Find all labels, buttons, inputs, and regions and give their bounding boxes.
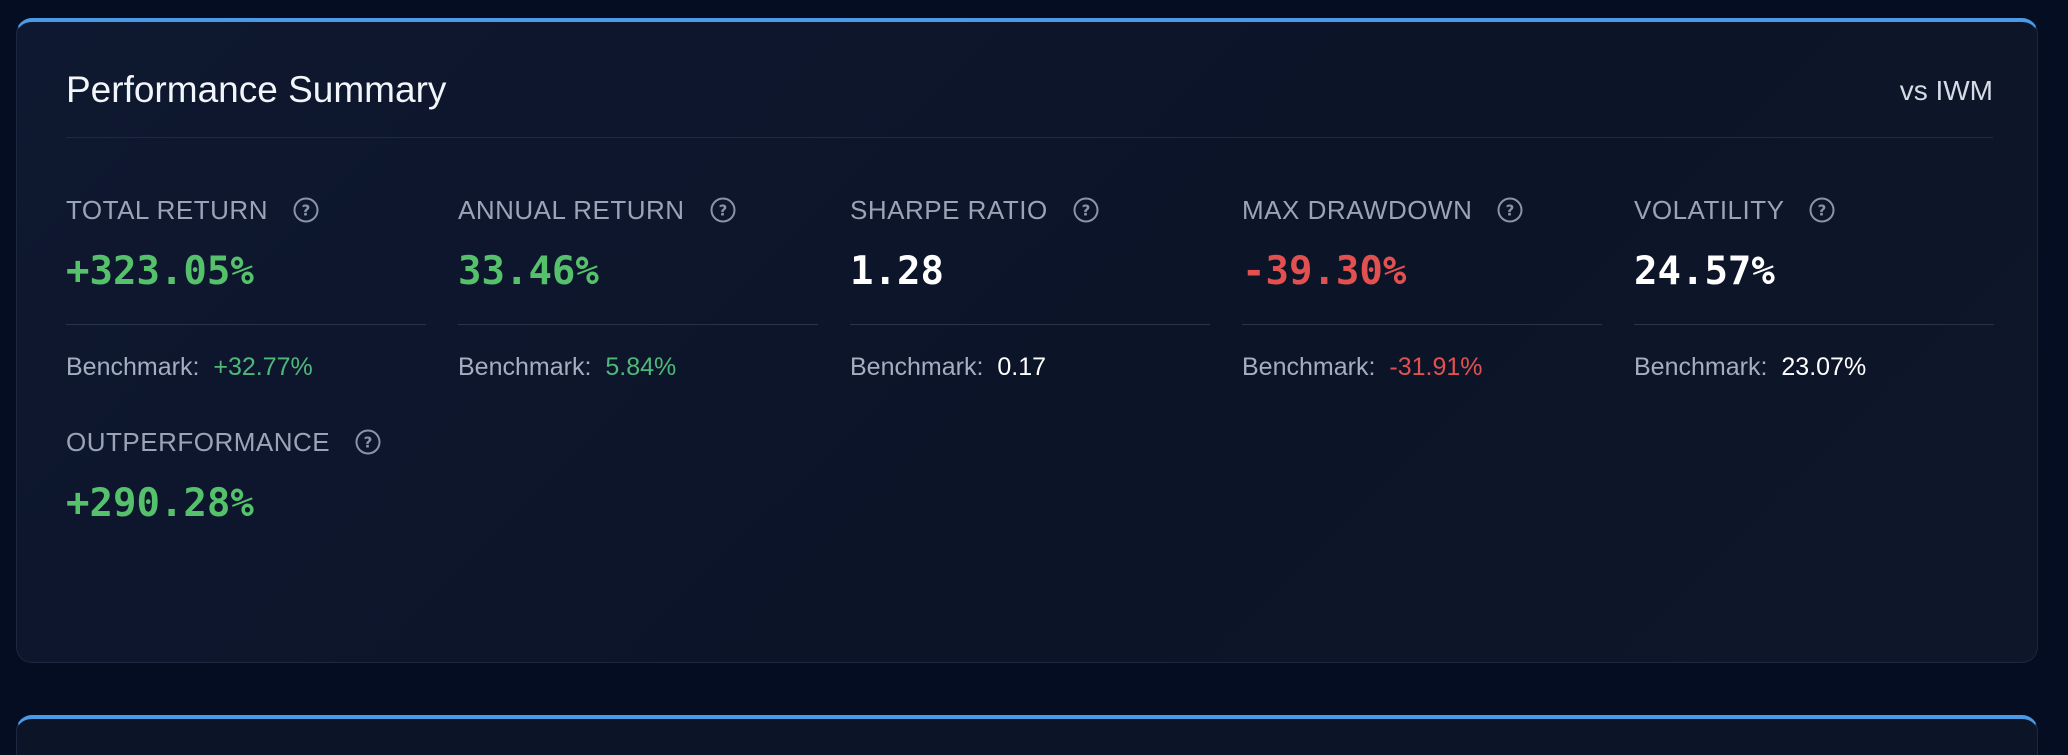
benchmark-row: Benchmark: +32.77%	[66, 353, 313, 382]
benchmark-value: 0.17	[997, 353, 1047, 381]
question-circle-icon[interactable]: ?	[293, 197, 319, 223]
metric-value: 33.46%	[458, 249, 599, 294]
benchmark-value: +32.77%	[213, 353, 313, 381]
svg-text:?: ?	[1506, 202, 1515, 220]
card-title: Performance Summary	[66, 69, 447, 110]
svg-text:?: ?	[1081, 202, 1090, 220]
svg-text:?: ?	[718, 202, 727, 220]
next-card-edge	[16, 715, 2038, 755]
question-circle-icon[interactable]: ?	[1497, 197, 1523, 223]
divider	[458, 324, 818, 325]
metric-value: +290.28%	[66, 481, 254, 526]
divider	[1634, 324, 1994, 325]
card-header: Performance Summary vs IWM	[66, 22, 1993, 138]
question-circle-icon[interactable]: ?	[710, 197, 736, 223]
metric-label: SHARPE RATIO	[850, 194, 1048, 225]
divider	[66, 324, 426, 325]
svg-text:?: ?	[302, 202, 311, 220]
divider	[1242, 324, 1602, 325]
metric-value: 1.28	[850, 249, 944, 294]
benchmark-value: 23.07%	[1781, 353, 1867, 381]
benchmark-label: Benchmark:	[1634, 353, 1768, 381]
metric-label: ANNUAL RETURN	[458, 194, 685, 225]
benchmark-row: Benchmark: 0.17	[850, 353, 1046, 382]
question-circle-icon[interactable]: ?	[1809, 197, 1835, 223]
metric-value: 24.57%	[1634, 249, 1775, 294]
metric-label: TOTAL RETURN	[66, 194, 268, 225]
benchmark-value: -31.91%	[1389, 353, 1483, 381]
benchmark-label: Benchmark:	[458, 353, 592, 381]
svg-text:?: ?	[364, 434, 373, 452]
metric-label: OUTPERFORMANCE	[66, 426, 331, 457]
benchmark-label: Benchmark:	[1242, 353, 1376, 381]
benchmark-label: Benchmark:	[66, 353, 200, 381]
benchmark-label: Benchmark:	[850, 353, 984, 381]
question-circle-icon[interactable]: ?	[355, 429, 381, 455]
question-circle-icon[interactable]: ?	[1073, 197, 1099, 223]
benchmark-row: Benchmark: -31.91%	[1242, 353, 1483, 382]
metric-value: -39.30%	[1242, 249, 1407, 294]
benchmark-value: 5.84%	[605, 353, 677, 381]
benchmark-row: Benchmark: 5.84%	[458, 353, 676, 382]
metric-label: VOLATILITY	[1634, 194, 1785, 225]
benchmark-subtitle: vs IWM	[1899, 75, 1993, 106]
metric-value: +323.05%	[66, 249, 254, 294]
svg-text:?: ?	[1818, 202, 1827, 220]
divider	[850, 324, 1210, 325]
performance-summary-card: Performance Summary vs IWM TOTAL RETURN …	[16, 18, 2038, 663]
metric-label: MAX DRAWDOWN	[1242, 194, 1473, 225]
benchmark-row: Benchmark: 23.07%	[1634, 353, 1866, 382]
